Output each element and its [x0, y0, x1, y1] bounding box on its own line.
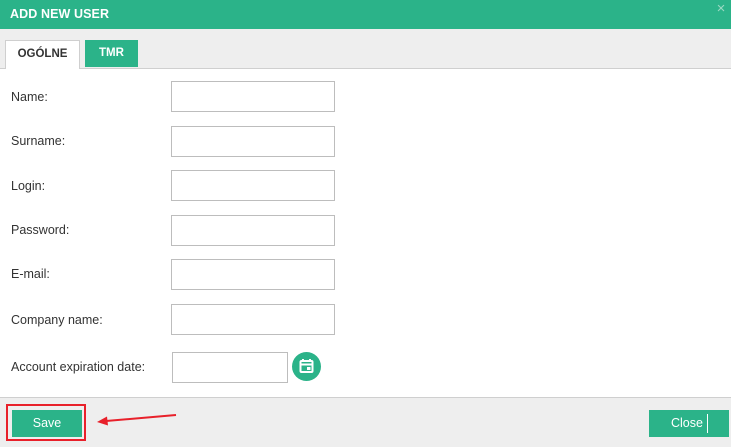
- tab-tmr[interactable]: TMR: [85, 40, 138, 67]
- name-label: Name:: [11, 90, 48, 104]
- user-form: Name: Surname: Login: Password: E-mail: …: [0, 69, 731, 397]
- close-button[interactable]: Close: [649, 410, 729, 437]
- email-label: E-mail:: [11, 267, 50, 281]
- calendar-icon: [299, 359, 314, 373]
- dialog-title: ADD NEW USER: [10, 7, 110, 21]
- password-input[interactable]: [171, 215, 335, 246]
- tab-strip: OGÓLNE TMR: [0, 29, 731, 69]
- dialog-titlebar: ADD NEW USER ×: [0, 0, 731, 29]
- login-input[interactable]: [171, 170, 335, 201]
- surname-input[interactable]: [171, 126, 335, 157]
- close-button-divider: [707, 414, 708, 433]
- close-button-label: Close: [671, 416, 703, 430]
- annotation-arrow-icon: [97, 414, 177, 426]
- name-input[interactable]: [171, 81, 335, 112]
- company-name-input[interactable]: [171, 304, 335, 335]
- save-button[interactable]: Save: [12, 410, 82, 437]
- surname-label: Surname:: [11, 134, 66, 148]
- password-label: Password:: [11, 223, 70, 237]
- email-input[interactable]: [171, 259, 335, 290]
- expiration-date-input[interactable]: [172, 352, 288, 383]
- calendar-button[interactable]: [292, 352, 321, 381]
- close-icon[interactable]: ×: [714, 1, 728, 16]
- expiration-date-label: Account expiration date:: [11, 360, 146, 374]
- tab-ogolne[interactable]: OGÓLNE: [5, 40, 80, 69]
- company-name-label: Company name:: [11, 313, 103, 327]
- login-label: Login:: [11, 179, 46, 193]
